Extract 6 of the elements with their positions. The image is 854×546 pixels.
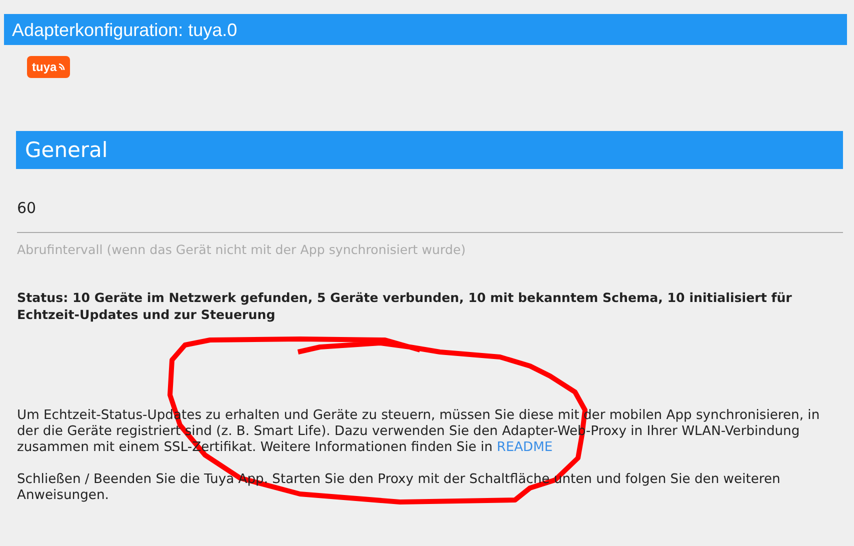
logo: tuya	[27, 56, 70, 78]
interval-field[interactable]: 60	[17, 197, 843, 232]
window-title: Adapterkonfiguration: tuya.0	[4, 14, 847, 45]
field-hint: Abrufintervall (wenn das Gerät nicht mit der App synchronisiert wurde)	[17, 240, 467, 259]
section-header: General	[16, 131, 843, 169]
status-text: Status: 10 Geräte im Netzwerk gefunden, 5 Geräte verbunden, 10 mit bekanntem Schema, 10 initialisiert für Echtzeit-Updates und zur Steuerung	[17, 289, 793, 324]
